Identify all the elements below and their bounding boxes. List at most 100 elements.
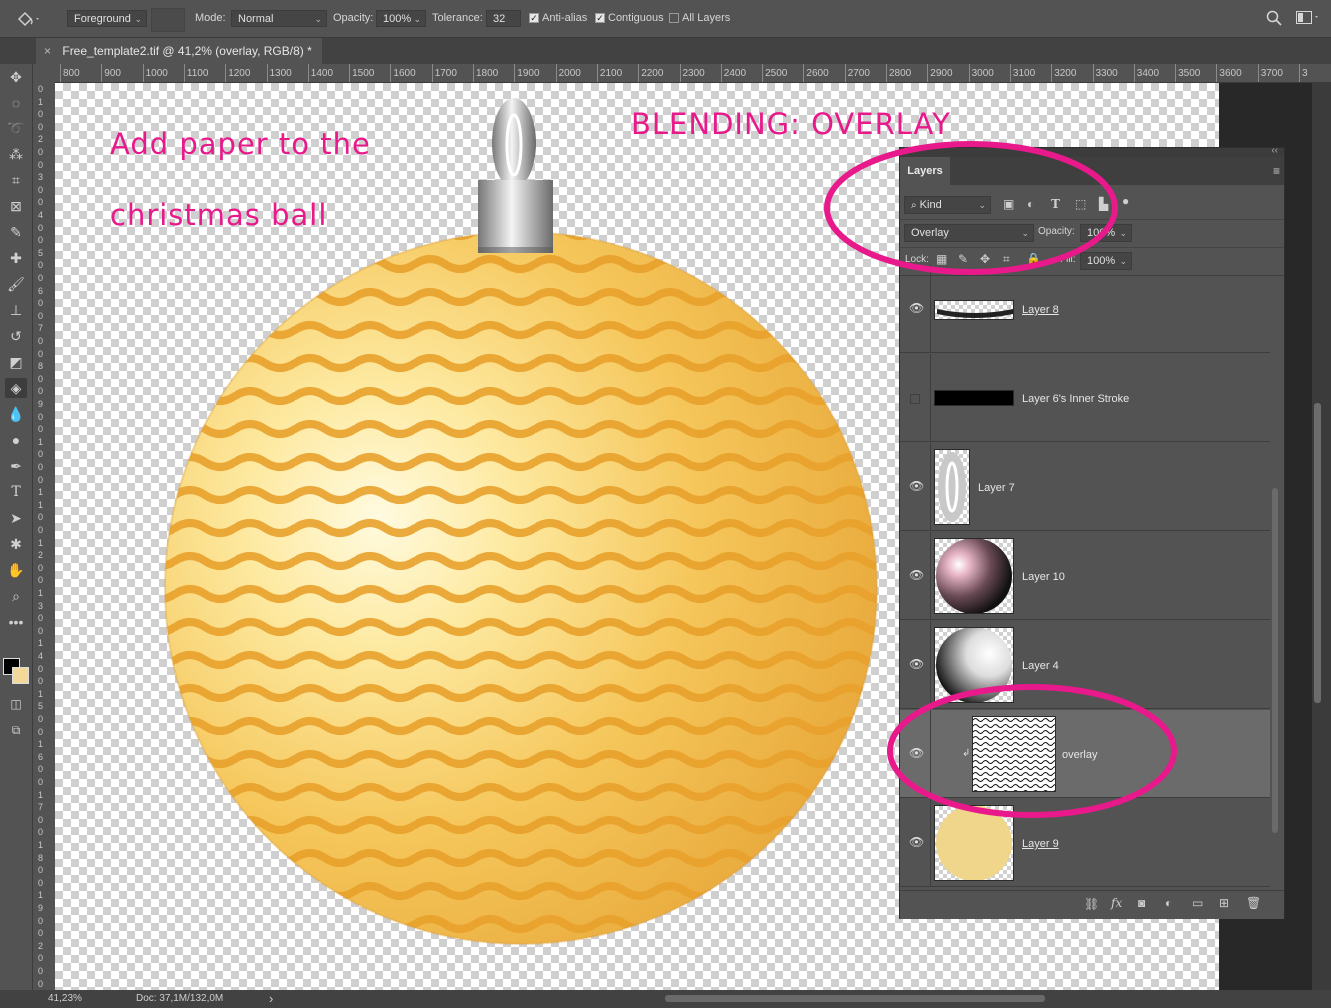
eye-icon[interactable]: 👁 bbox=[909, 302, 924, 314]
pen-tool-icon[interactable]: ✒ bbox=[5, 456, 27, 476]
lock-transparency-icon[interactable]: ▦ bbox=[936, 252, 947, 266]
pattern-picker[interactable] bbox=[151, 8, 185, 32]
close-icon[interactable]: × bbox=[44, 44, 51, 58]
add-mask-icon[interactable]: ◙ bbox=[1138, 896, 1145, 910]
chevron-down-icon: ⌄ bbox=[413, 14, 421, 24]
magic-wand-tool-icon[interactable]: ⁂ bbox=[5, 144, 27, 164]
filter-adjustment-icon[interactable]: ◐ bbox=[1027, 197, 1034, 211]
filter-shape-icon[interactable]: ⬚ bbox=[1075, 197, 1086, 211]
layer-opacity-input[interactable]: 100% ⌄ bbox=[1080, 224, 1132, 242]
horizontal-ruler[interactable]: 800 900 1000 1100 1200 1300 1400 1500 1600 1700 18… bbox=[55, 64, 1331, 83]
all-layers-label[interactable]: All Layers bbox=[682, 12, 730, 24]
layer-name[interactable]: Layer 10 bbox=[1022, 571, 1065, 583]
dodge-tool-icon[interactable]: ● bbox=[5, 430, 27, 450]
close-icon[interactable]: × bbox=[904, 145, 910, 156]
workspace-icon[interactable] bbox=[1296, 11, 1320, 28]
clone-stamp-tool-icon[interactable]: ⊥ bbox=[5, 300, 27, 320]
eye-icon[interactable]: 👁 bbox=[909, 480, 924, 492]
contiguous-label[interactable]: Contiguous bbox=[608, 12, 664, 24]
layer-effects-icon[interactable]: fx bbox=[1111, 896, 1122, 910]
lasso-tool-icon[interactable]: ➰ bbox=[5, 118, 27, 138]
layer-name[interactable]: overlay bbox=[1062, 749, 1097, 761]
healing-brush-tool-icon[interactable]: ✚ bbox=[5, 248, 27, 268]
crop-tool-icon[interactable]: ⌗ bbox=[5, 170, 27, 190]
eyedropper-tool-icon[interactable]: ✎ bbox=[5, 222, 27, 242]
layer-row[interactable]: 👁 Layer 9 bbox=[900, 799, 1270, 887]
new-group-icon[interactable]: ▭ bbox=[1192, 896, 1203, 910]
fill-source-dropdown[interactable]: Foreground ⌄ bbox=[67, 10, 147, 27]
zoom-tool-icon[interactable]: ⌕ bbox=[5, 586, 27, 606]
paint-bucket-tool-icon[interactable] bbox=[16, 9, 42, 29]
blend-mode-dropdown[interactable]: Overlay ⌄ bbox=[904, 224, 1034, 242]
layer-name[interactable]: Layer 7 bbox=[978, 482, 1015, 494]
scroll-thumb[interactable] bbox=[1314, 403, 1321, 703]
blur-tool-icon[interactable]: 💧 bbox=[5, 404, 27, 424]
ruler-tick-label: 0 bbox=[38, 386, 44, 397]
filter-pixel-icon[interactable]: ▣ bbox=[1003, 197, 1014, 211]
eye-icon[interactable]: 👁 bbox=[909, 569, 924, 581]
opacity-input[interactable]: 100% ⌄ bbox=[376, 10, 426, 27]
status-menu-arrow[interactable]: › bbox=[269, 991, 273, 1006]
layer-row-selected[interactable]: 👁 ↲ overlay bbox=[900, 710, 1270, 798]
layer-name[interactable]: Layer 6's Inner Stroke bbox=[1022, 393, 1129, 405]
all-layers-checkbox[interactable] bbox=[669, 13, 679, 23]
zoom-level[interactable]: 41,23% bbox=[48, 993, 82, 1004]
frame-tool-icon[interactable]: ⊠ bbox=[5, 196, 27, 216]
hand-tool-icon[interactable]: ✋ bbox=[5, 560, 27, 580]
tolerance-input[interactable]: 32 bbox=[486, 10, 521, 27]
layer-filter-dropdown[interactable]: ⌕ Kind ⌄ bbox=[904, 196, 991, 214]
eye-icon[interactable]: 👁 bbox=[909, 836, 924, 848]
layer-name[interactable]: Layer 4 bbox=[1022, 660, 1059, 672]
eye-icon[interactable]: 👁 bbox=[909, 658, 924, 670]
lock-position-icon[interactable]: ✥ bbox=[980, 252, 990, 266]
brush-tool-icon[interactable]: 🖌 bbox=[5, 274, 27, 294]
vertical-scrollbar[interactable] bbox=[1312, 83, 1331, 990]
collapse-icon[interactable]: ‹‹ bbox=[1271, 145, 1278, 156]
eraser-tool-icon[interactable]: ◩ bbox=[5, 352, 27, 372]
filter-type-icon[interactable]: T bbox=[1051, 197, 1060, 211]
screen-mode-icon[interactable]: ⧉ bbox=[5, 720, 27, 740]
mode-dropdown[interactable]: Normal ⌄ bbox=[231, 10, 327, 27]
document-tab[interactable]: × Free_template2.tif @ 41,2% (overlay, R… bbox=[36, 38, 322, 64]
more-tools-icon[interactable]: ••• bbox=[5, 612, 27, 632]
tab-layers[interactable]: Layers bbox=[900, 157, 950, 185]
panel-header[interactable]: × ‹‹ bbox=[900, 145, 1284, 157]
paint-bucket-tool-icon[interactable]: ◈ bbox=[5, 378, 27, 398]
anti-alias-label[interactable]: Anti-alias bbox=[542, 12, 587, 24]
layer-row[interactable]: 👁 Layer 7 bbox=[900, 443, 1270, 531]
history-brush-tool-icon[interactable]: ↺ bbox=[5, 326, 27, 346]
layer-row[interactable]: Layer 6's Inner Stroke bbox=[900, 354, 1270, 442]
eye-icon[interactable]: 👁 bbox=[909, 747, 924, 759]
vertical-ruler[interactable]: 0100200300400500600700800900100011001200… bbox=[33, 82, 56, 990]
path-selection-tool-icon[interactable]: ➤ bbox=[5, 508, 27, 528]
ruler-tick-mark bbox=[679, 64, 681, 82]
ruler-tick-label: 0 bbox=[38, 273, 44, 283]
new-layer-icon[interactable]: ⊞ bbox=[1219, 896, 1229, 910]
adjustment-layer-icon[interactable]: ◐ bbox=[1165, 896, 1172, 910]
layer-row[interactable]: 👁 Layer 4 bbox=[900, 621, 1270, 709]
search-icon[interactable] bbox=[1266, 10, 1282, 29]
lock-all-icon[interactable]: 🔒 bbox=[1026, 252, 1041, 266]
background-color-swatch[interactable] bbox=[12, 667, 29, 684]
ruler-tick-label: 9 bbox=[38, 903, 44, 913]
quick-mask-icon[interactable]: ◫ bbox=[5, 694, 27, 714]
type-tool-icon[interactable]: T bbox=[5, 482, 27, 502]
anti-alias-checkbox[interactable]: ✓ bbox=[529, 13, 539, 23]
trash-icon[interactable]: 🗑 bbox=[1246, 896, 1261, 910]
panel-menu-icon[interactable]: ≡ bbox=[1273, 164, 1280, 178]
move-tool-icon[interactable]: ✥ bbox=[5, 67, 27, 87]
layer-name[interactable]: Layer 9 bbox=[1022, 838, 1059, 850]
contiguous-checkbox[interactable]: ✓ bbox=[595, 13, 605, 23]
filter-toggle-icon[interactable]: ● bbox=[1122, 194, 1129, 208]
lock-image-icon[interactable]: ✎ bbox=[958, 252, 968, 266]
link-layers-icon[interactable]: ⛓ bbox=[1084, 897, 1099, 911]
horizontal-scrollbar[interactable] bbox=[665, 995, 1045, 1002]
marquee-tool-icon[interactable]: ◌ bbox=[5, 93, 27, 113]
shape-tool-icon[interactable]: ✱ bbox=[5, 534, 27, 554]
layer-row[interactable]: 👁 Layer 10 bbox=[900, 532, 1270, 620]
layer-row[interactable]: 👁 Layer 8 bbox=[900, 265, 1270, 353]
layers-scrollbar[interactable] bbox=[1272, 488, 1278, 833]
filter-smart-object-icon[interactable]: ▙ bbox=[1099, 197, 1108, 211]
visibility-toggle[interactable] bbox=[910, 394, 920, 404]
layer-name[interactable]: Layer 8 bbox=[1022, 304, 1059, 316]
